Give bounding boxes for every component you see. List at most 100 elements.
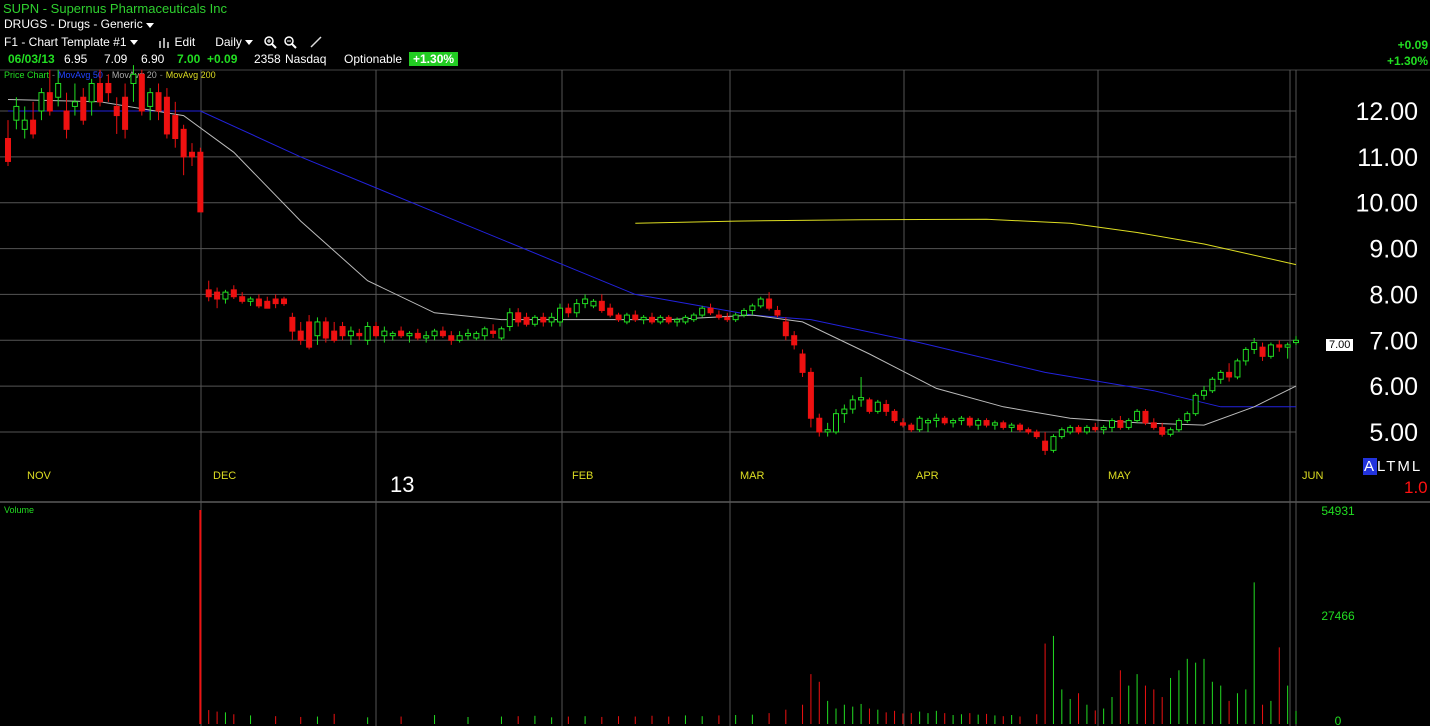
price-volume-chart[interactable]: 5.00 6.00 7.00 8.00 9.00 10.00 11.00 12.00 NOV DE… (0, 0, 1430, 726)
candle-body (1000, 422, 1007, 428)
candle-body (1234, 360, 1241, 378)
candle-body (1167, 429, 1174, 435)
candle-body (1242, 348, 1249, 362)
candle-body (230, 289, 237, 298)
candle-body (222, 291, 229, 300)
candle-body (632, 314, 639, 321)
candle-body (766, 298, 773, 309)
candle-body (289, 316, 296, 332)
candle-body (874, 401, 881, 412)
candle-body (1134, 410, 1141, 422)
ratio-label: 1.0 (1404, 478, 1428, 497)
candle-body (205, 289, 212, 298)
mode-rest-label: LTML (1377, 458, 1423, 475)
candle-body (481, 328, 488, 337)
candle-body (63, 110, 70, 130)
candle-body (347, 330, 354, 337)
candle-body (833, 413, 839, 433)
candle-body (197, 151, 204, 213)
candle-body (757, 298, 764, 307)
candle-body (55, 82, 62, 98)
candle-body (356, 332, 363, 337)
candle-body (498, 328, 505, 339)
candle-body (1201, 390, 1207, 396)
candle-body (690, 314, 697, 321)
candle-body (1267, 344, 1274, 357)
candle-body (908, 424, 915, 431)
candle-body (916, 417, 923, 431)
candle-body (1142, 410, 1149, 424)
candle-body (1025, 429, 1032, 433)
candle-body (1033, 431, 1040, 438)
candle-body (13, 105, 20, 121)
month-tick-label: FEB (572, 470, 593, 482)
candle-body (1050, 436, 1057, 451)
candle-body (272, 298, 279, 305)
price-tick-label: 9.00 (1369, 236, 1418, 264)
candle-body (473, 332, 480, 339)
candle-body (941, 417, 948, 424)
candle-body (1159, 426, 1166, 435)
candle-body (983, 420, 990, 426)
candle-body (640, 316, 647, 321)
candle-body (113, 105, 120, 117)
volume-tick-label: 54931 (1321, 504, 1355, 518)
candle-body (381, 330, 388, 337)
candle-body (180, 128, 187, 158)
candle-body (883, 403, 890, 412)
candle-body (46, 92, 53, 112)
candle-body (774, 309, 781, 316)
candle-body (1259, 346, 1266, 357)
candle-body (506, 312, 513, 328)
month-tick-label: APR (916, 470, 939, 482)
candle-body (523, 316, 530, 325)
price-tick-label: 11.00 (1357, 144, 1418, 172)
candle-body (389, 332, 396, 337)
candle-body (122, 96, 129, 130)
candle-body (97, 82, 103, 103)
price-tick-label: 10.00 (1355, 190, 1418, 218)
candle-body (1226, 371, 1233, 378)
candle-body (1067, 426, 1074, 433)
candle-body (540, 316, 547, 323)
candle-body (782, 321, 789, 337)
candle-body (1083, 426, 1090, 433)
candle-body (1125, 420, 1132, 428)
price-tick-label: 8.00 (1369, 281, 1418, 309)
candle-body (1092, 426, 1099, 431)
volume-panel-label: Volume (4, 505, 35, 515)
candle-body (490, 330, 497, 334)
candle-body (674, 319, 681, 323)
candle-body (448, 335, 455, 341)
candle-body (80, 96, 87, 121)
candle-body (189, 151, 195, 158)
candle-body (615, 314, 622, 321)
ma200-line (635, 218, 1297, 266)
candle-body (598, 300, 605, 311)
candle-body (465, 332, 471, 337)
candle-body (1251, 342, 1258, 350)
candle-body (590, 300, 597, 307)
candle-body (5, 138, 11, 162)
candle-body (71, 101, 78, 107)
candle-body (849, 399, 856, 410)
year-label: 13 (390, 472, 415, 497)
candle-body (373, 326, 379, 337)
candle-body (1175, 420, 1182, 431)
candle-body (715, 314, 722, 318)
candle-body (657, 316, 664, 323)
mode-a-label: A (1363, 458, 1378, 475)
candle-body (816, 417, 823, 433)
month-tick-label: DEC (213, 470, 236, 482)
candle-body (958, 417, 965, 422)
candle-body (531, 316, 538, 325)
candle-body (306, 321, 313, 348)
candle-body (741, 309, 747, 316)
candle-body (456, 335, 463, 341)
candle-body (899, 422, 906, 426)
candle-body (682, 316, 689, 323)
candle-body (732, 314, 739, 321)
candle-body (255, 298, 262, 307)
candle-body (331, 330, 338, 341)
candle-body (1192, 394, 1199, 415)
